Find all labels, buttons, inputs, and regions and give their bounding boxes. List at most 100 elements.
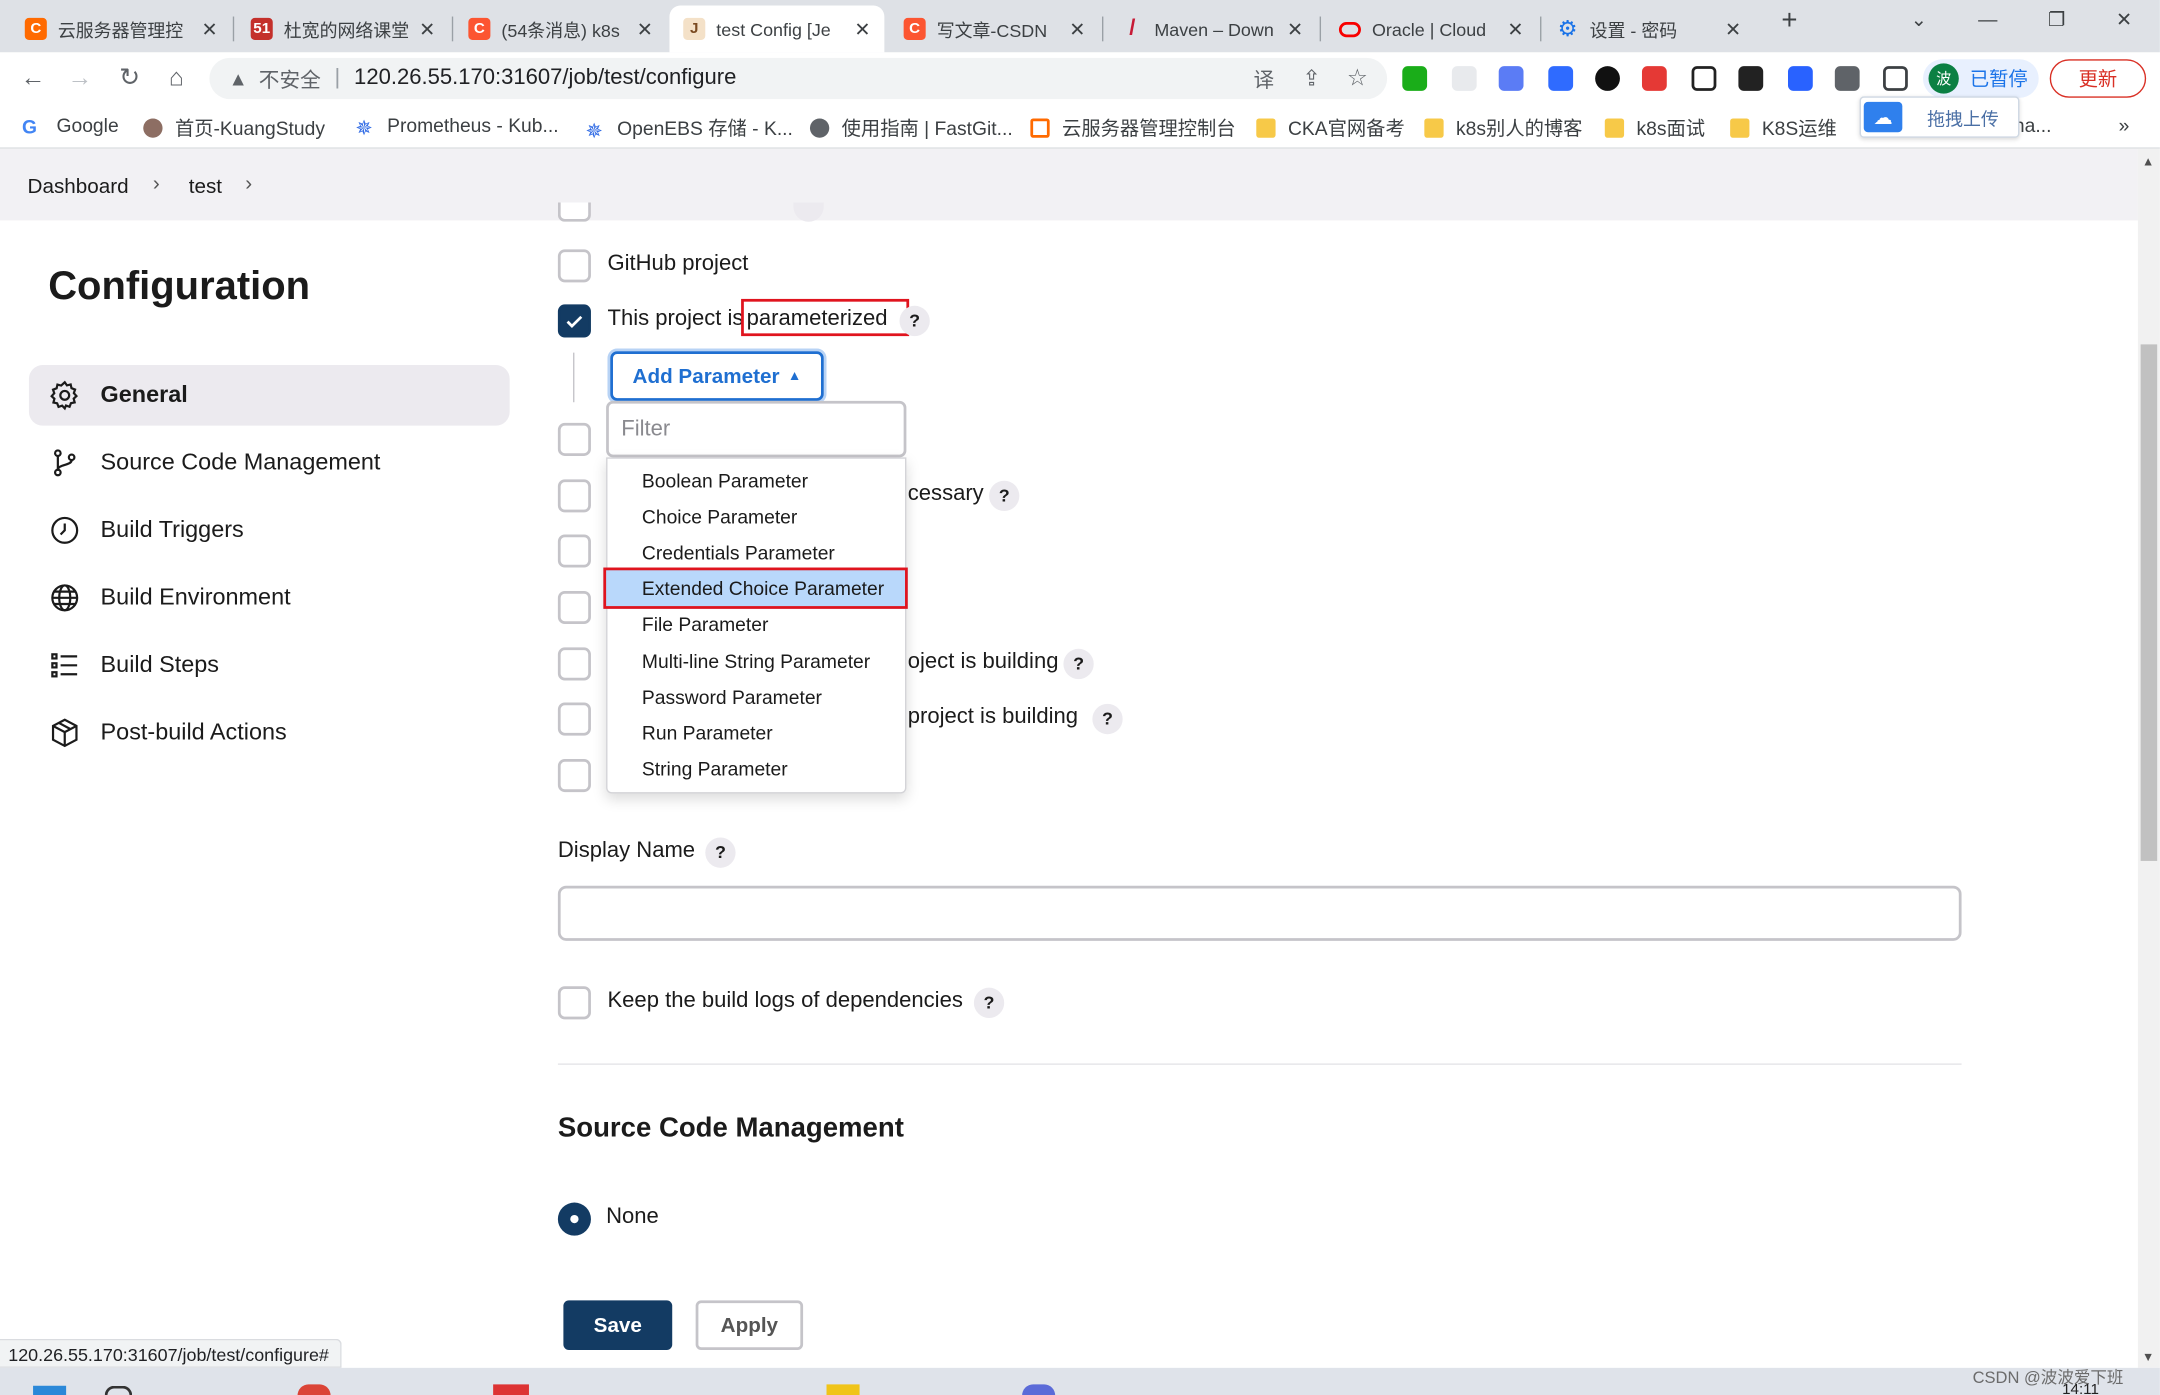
bookmark-item[interactable]: G Google (22, 114, 119, 138)
scrollbar-thumb[interactable] (2140, 344, 2158, 861)
help-icon[interactable]: ? (899, 305, 930, 337)
menu-item-boolean-parameter[interactable]: Boolean Parameter (642, 470, 808, 492)
restore-icon[interactable]: ❐ (2036, 8, 2077, 31)
save-button[interactable]: Save (563, 1300, 673, 1350)
profile-button[interactable]: 波 已暂停 (1922, 59, 2039, 98)
forward-icon[interactable]: → (63, 63, 96, 92)
close-tab-icon[interactable]: ✕ (637, 17, 653, 40)
extension-shield-icon[interactable] (1402, 66, 1428, 91)
extension-icon[interactable] (1548, 66, 1574, 91)
close-tab-icon[interactable]: ✕ (1507, 17, 1523, 40)
option-checkbox[interactable] (557, 647, 591, 681)
sidepanel-icon[interactable] (1883, 66, 1908, 91)
close-tab-icon[interactable]: ✕ (1069, 17, 1085, 40)
extension-icon[interactable] (1498, 66, 1524, 91)
page-scrollbar[interactable]: ▲ ▼ (2137, 148, 2160, 1368)
close-tab-icon[interactable]: ✕ (201, 17, 217, 40)
bookmark-star-icon[interactable]: ☆ (1347, 65, 1368, 93)
breadcrumb-test[interactable]: test (189, 175, 222, 198)
reload-icon[interactable]: ↻ (113, 63, 146, 92)
bookmark-folder[interactable]: k8s别人的博客 (1424, 114, 1582, 142)
minimize-icon[interactable]: — (1967, 8, 2008, 30)
display-name-input[interactable] (557, 885, 1962, 941)
back-icon[interactable]: ← (17, 63, 50, 92)
search-icon[interactable] (104, 1385, 133, 1395)
option-checkbox[interactable] (557, 422, 591, 456)
sidebar-item-build-triggers[interactable]: Build Triggers (29, 500, 510, 561)
browser-tab[interactable]: C 云服务器管理控 ✕ (11, 6, 231, 53)
address-bar[interactable]: ▲ 不安全 | 120.26.55.170:31607/job/test/con… (209, 57, 1388, 100)
menu-item-password-parameter[interactable]: Password Parameter (642, 686, 822, 708)
option-checkbox[interactable] (557, 759, 591, 793)
browser-tab[interactable]: Oracle | Cloud ✕ (1325, 6, 1537, 53)
bookmark-item[interactable]: ✵ Prometheus - Kub... (355, 114, 558, 140)
menu-item-string-parameter[interactable]: String Parameter (642, 758, 788, 780)
option-checkbox[interactable] (557, 479, 591, 513)
menu-item-choice-parameter[interactable]: Choice Parameter (642, 506, 797, 528)
github-project-checkbox[interactable] (557, 249, 591, 283)
close-tab-icon[interactable]: ✕ (419, 17, 435, 40)
option-checkbox[interactable] (557, 534, 591, 568)
tab-search-chevron-icon[interactable]: ⌄ (1898, 8, 1939, 31)
help-icon[interactable]: ? (1063, 648, 1094, 680)
add-parameter-button[interactable]: Add Parameter ▲ (610, 351, 824, 401)
upload-popup[interactable]: ☁ 拖拽上传 (1859, 96, 2020, 138)
puzzle-icon[interactable] (1834, 66, 1860, 91)
bookmark-item[interactable]: ✵ OpenEBS 存储 - K... (585, 114, 792, 143)
checkbox-partial[interactable] (557, 202, 591, 222)
close-tab-icon[interactable]: ✕ (1287, 17, 1303, 40)
help-icon[interactable]: ? (973, 987, 1005, 1018)
share-icon[interactable]: ⇪ (1303, 65, 1321, 93)
keep-build-logs-checkbox[interactable] (557, 986, 591, 1020)
bookmark-folder[interactable]: k8s面试 (1604, 114, 1705, 142)
browser-tab[interactable]: 51 杜宽的网络课堂 ✕ (237, 6, 449, 53)
parameter-filter-input[interactable]: Filter (606, 400, 907, 458)
menu-item-run-parameter[interactable]: Run Parameter (642, 722, 773, 744)
extension-icon[interactable] (1641, 66, 1667, 91)
extension-icon[interactable] (1691, 66, 1717, 91)
close-tab-icon[interactable]: ✕ (1725, 17, 1741, 40)
bookmarks-overflow-icon[interactable]: » (2119, 114, 2130, 136)
menu-item-credentials-parameter[interactable]: Credentials Parameter (642, 541, 835, 563)
extension-icon[interactable] (1451, 66, 1477, 91)
option-checkbox[interactable] (557, 702, 591, 736)
bookmark-item[interactable]: 云服务器管理控制台 (1030, 114, 1236, 142)
help-icon[interactable]: ? (1092, 703, 1123, 735)
chevron-right-icon[interactable]: › (245, 172, 252, 195)
browser-tab[interactable]: / Maven – Down ✕ (1108, 6, 1317, 53)
start-icon[interactable] (33, 1385, 67, 1395)
extension-icon[interactable] (1595, 66, 1620, 91)
taskbar-app-icon[interactable] (826, 1384, 860, 1395)
help-icon[interactable]: ? (989, 480, 1020, 512)
extension-icon[interactable] (1787, 66, 1813, 91)
taskbar-app-icon[interactable] (493, 1384, 529, 1395)
bookmark-folder[interactable]: K8S运维 (1730, 114, 1837, 142)
close-tab-icon[interactable]: ✕ (854, 17, 870, 40)
bookmark-item[interactable]: 使用指南 | FastGit... (809, 114, 1013, 142)
home-icon[interactable]: ⌂ (160, 63, 193, 92)
sidebar-item-general[interactable]: General (28, 365, 510, 426)
browser-tab-active[interactable]: J test Config [Je ✕ (669, 5, 885, 53)
bookmark-folder[interactable]: CKA官网备考 (1256, 114, 1405, 142)
bookmark-item[interactable]: 首页-KuangStudy (143, 114, 325, 142)
update-button[interactable]: 更新 (2049, 59, 2147, 98)
sidebar-item-build-environment[interactable]: Build Environment (29, 568, 510, 629)
scm-none-radio[interactable] (557, 1202, 591, 1236)
scroll-down-icon[interactable]: ▼ (2142, 1350, 2154, 1364)
option-checkbox[interactable] (557, 590, 591, 625)
apply-button[interactable]: Apply (695, 1300, 804, 1350)
translate-icon[interactable]: 译 (1254, 64, 1275, 93)
help-icon[interactable]: ? (705, 837, 736, 868)
sidebar-item-source-code-management[interactable]: Source Code Management (29, 433, 510, 494)
scroll-up-icon[interactable]: ▲ (2142, 154, 2154, 168)
new-tab-icon[interactable]: + (1769, 6, 1810, 38)
menu-item-extended-choice-parameter[interactable]: Extended Choice Parameter (603, 567, 908, 609)
breadcrumb-dashboard[interactable]: Dashboard (28, 175, 129, 198)
taskbar-app-icon[interactable] (1022, 1384, 1056, 1395)
close-window-icon[interactable]: ✕ (2103, 8, 2144, 31)
url-text[interactable]: 120.26.55.170:31607/job/test/configure (354, 66, 736, 91)
extension-icon[interactable] (1738, 66, 1764, 91)
chrome-taskbar-icon[interactable] (297, 1384, 331, 1395)
sidebar-item-build-steps[interactable]: Build Steps (29, 635, 510, 696)
browser-tab[interactable]: ⚙ 设置 - 密码 ✕ (1543, 6, 1755, 53)
